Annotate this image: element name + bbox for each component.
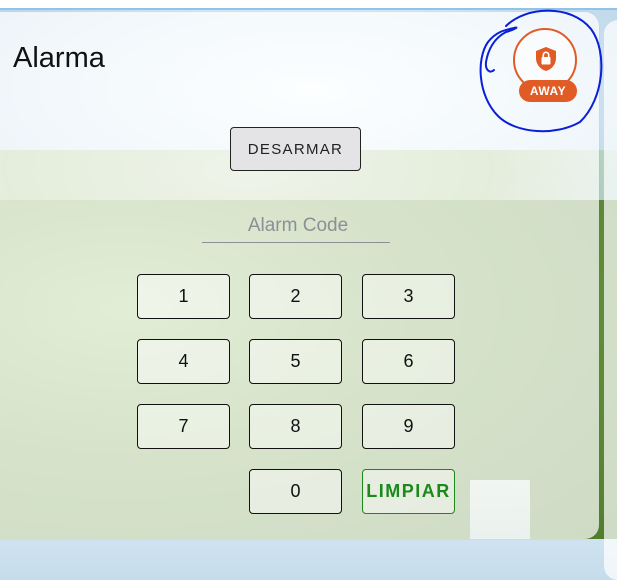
keypad-key-9[interactable]: 9 xyxy=(362,404,455,449)
alarm-code-input[interactable] xyxy=(202,210,394,242)
keypad-key-3[interactable]: 3 xyxy=(362,274,455,319)
panel-title: Alarma xyxy=(13,42,105,74)
keypad-key-6[interactable]: 6 xyxy=(362,339,455,384)
status-badge: AWAY xyxy=(519,80,577,102)
alarm-code-underline xyxy=(202,242,390,243)
disarm-button[interactable]: DESARMAR xyxy=(230,127,361,171)
alarm-status-indicator[interactable]: AWAY xyxy=(513,28,585,108)
alarm-code-field xyxy=(202,210,394,244)
keypad-key-8[interactable]: 8 xyxy=(249,404,342,449)
keypad-key-7[interactable]: 7 xyxy=(137,404,230,449)
adjacent-card xyxy=(604,20,617,580)
clear-button[interactable]: LIMPIAR xyxy=(362,469,455,514)
keypad-key-5[interactable]: 5 xyxy=(249,339,342,384)
keypad-key-4[interactable]: 4 xyxy=(137,339,230,384)
keypad-key-1[interactable]: 1 xyxy=(137,274,230,319)
lock-shield-icon xyxy=(536,47,556,71)
keypad-key-2[interactable]: 2 xyxy=(249,274,342,319)
keypad-key-0[interactable]: 0 xyxy=(249,469,342,514)
